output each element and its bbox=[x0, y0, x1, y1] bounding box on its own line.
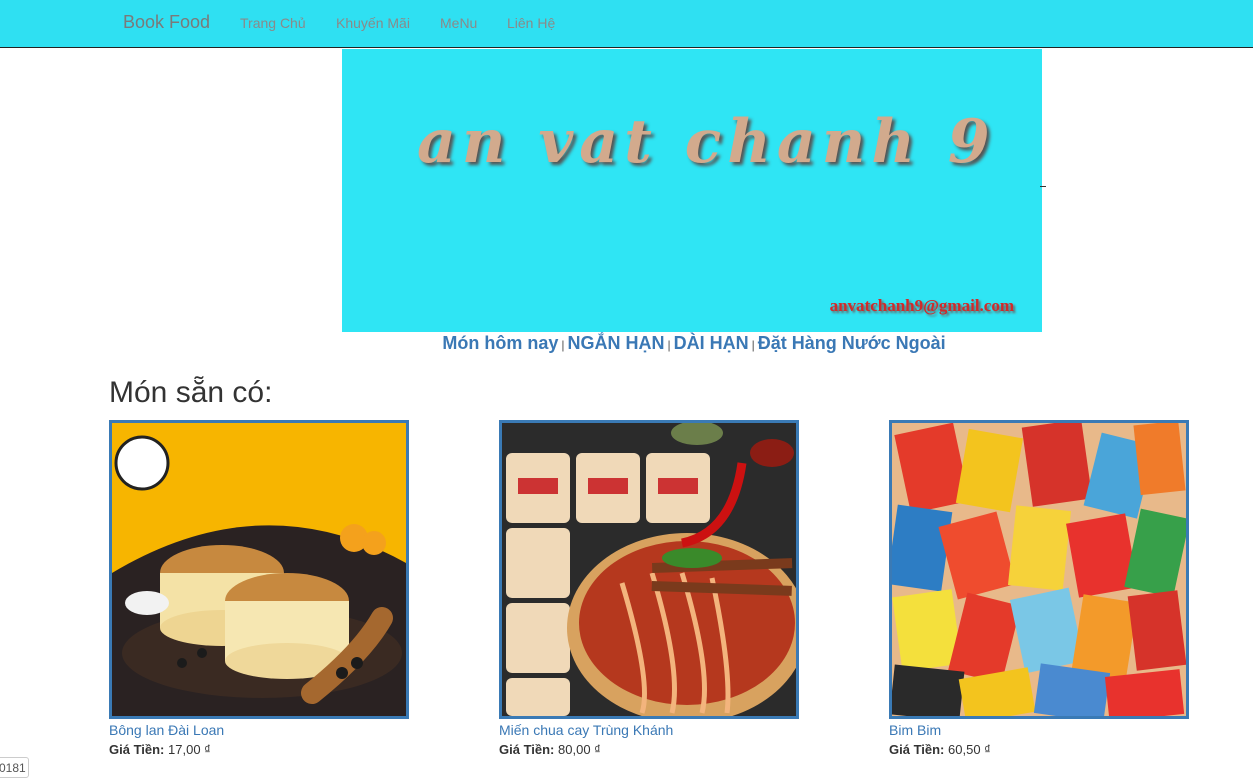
product-card: Bim Bim Giá Tiền: 60,50 ₫ bbox=[889, 420, 1189, 757]
product-price: Giá Tiền: 17,00 ₫ bbox=[109, 742, 409, 757]
nav-promotions-link[interactable]: Khuyến Mãi bbox=[336, 15, 410, 31]
product-name-link[interactable]: Bông lan Đài Loan bbox=[109, 722, 409, 738]
price-value: 80,00 ₫ bbox=[558, 742, 601, 757]
category-nav: Món hôm nay | NGẮN HẠN | DÀI HẠN | Đặt Hàng Nư… bbox=[0, 333, 1253, 354]
product-image-sour-noodles[interactable] bbox=[499, 420, 799, 719]
brand-link[interactable]: Book Food bbox=[123, 12, 210, 33]
product-name-link[interactable]: Miến chua cay Trùng Khánh bbox=[499, 722, 799, 738]
price-label: Giá Tiền: bbox=[499, 742, 555, 757]
category-separator: | bbox=[751, 338, 755, 352]
top-navbar: Book Food Trang Chủ Khuyến Mãi MeNu Liên… bbox=[0, 0, 1253, 48]
product-image-snacks[interactable] bbox=[889, 420, 1189, 719]
category-long-term-link[interactable]: DÀI HẠN bbox=[674, 333, 749, 353]
nav-contact-link[interactable]: Liên Hệ bbox=[507, 15, 555, 31]
category-separator: | bbox=[667, 338, 671, 352]
nav-home-link[interactable]: Trang Chủ bbox=[240, 15, 306, 31]
price-value: 17,00 ₫ bbox=[168, 742, 211, 757]
banner-edge-mark bbox=[1040, 186, 1046, 187]
price-value: 60,50 ₫ bbox=[948, 742, 991, 757]
product-image-sponge-cake[interactable] bbox=[109, 420, 409, 719]
category-separator: | bbox=[561, 338, 565, 352]
product-card: Bông lan Đài Loan Giá Tiền: 17,00 ₫ bbox=[109, 420, 409, 757]
nav-menu-link[interactable]: MeNu bbox=[440, 15, 477, 31]
product-price: Giá Tiền: 80,00 ₫ bbox=[499, 742, 799, 757]
hero-banner: an vat chanh 9 anvatchanh9@gmail.com bbox=[342, 49, 1042, 332]
section-title: Món sẵn có: bbox=[109, 376, 273, 409]
product-name-link[interactable]: Bim Bim bbox=[889, 722, 1189, 738]
category-short-term-link[interactable]: NGẮN HẠN bbox=[568, 333, 665, 353]
product-card: Miến chua cay Trùng Khánh Giá Tiền: 80,0… bbox=[499, 420, 799, 757]
price-label: Giá Tiền: bbox=[109, 742, 165, 757]
price-label: Giá Tiền: bbox=[889, 742, 945, 757]
category-today-link[interactable]: Món hôm nay bbox=[442, 333, 558, 353]
product-price: Giá Tiền: 60,50 ₫ bbox=[889, 742, 1189, 757]
corner-counter-tag: 0181 bbox=[0, 757, 29, 778]
banner-title: an vat chanh 9 bbox=[417, 107, 996, 177]
banner-email: anvatchanh9@gmail.com bbox=[829, 296, 1014, 315]
category-foreign-order-link[interactable]: Đặt Hàng Nước Ngoài bbox=[758, 333, 946, 353]
